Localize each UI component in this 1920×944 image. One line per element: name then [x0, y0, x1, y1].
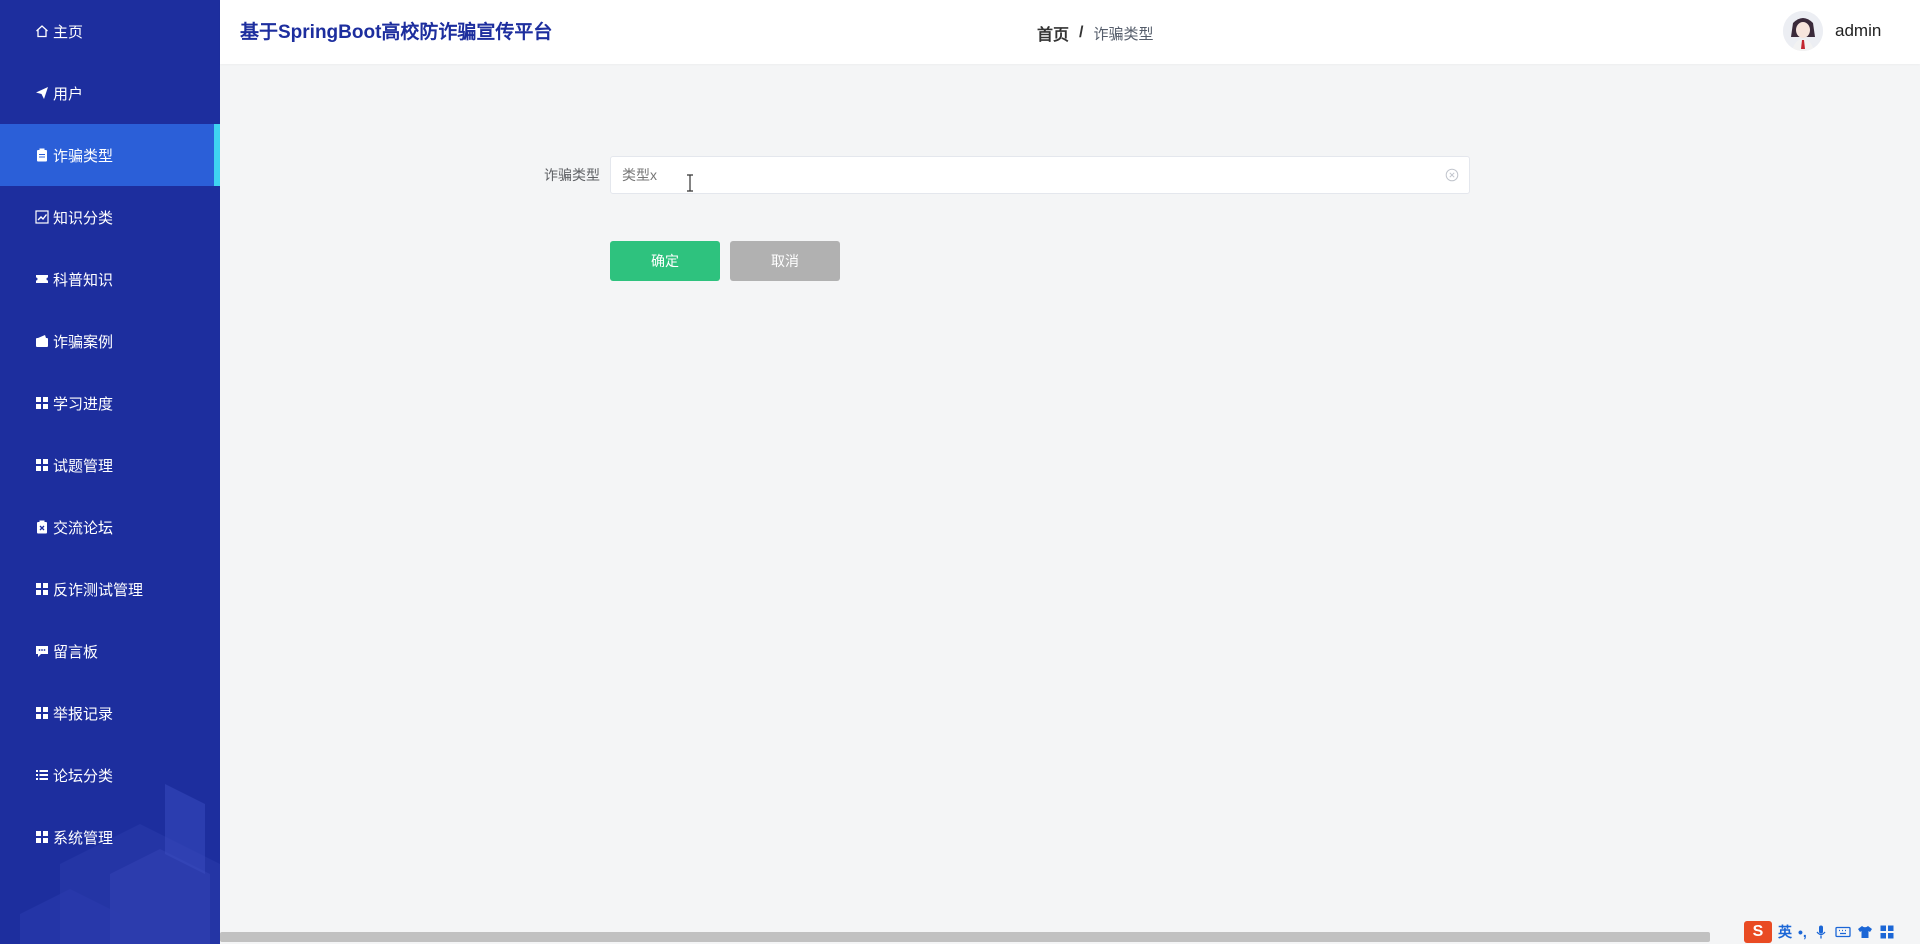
sidebar-item-label: 用户: [53, 85, 84, 103]
sidebar-item-users[interactable]: 用户: [0, 62, 220, 124]
sidebar-item-label: 科普知识: [53, 271, 114, 289]
grid-icon: [35, 396, 49, 410]
fraud-type-input[interactable]: [611, 157, 1469, 193]
chart-icon: [35, 210, 49, 224]
grid-icon: [35, 582, 49, 596]
ime-grid-icon[interactable]: [1879, 924, 1895, 940]
top-header: 基于SpringBoot高校防诈骗宣传平台 首页 / 诈骗类型 admin: [220, 0, 1920, 64]
breadcrumb: 首页 / 诈骗类型: [1037, 21, 1153, 45]
clipboard-x-icon: [35, 520, 49, 534]
keyboard-icon[interactable]: [1835, 924, 1851, 940]
sidebar-item-anti-fraud-test[interactable]: 反诈测试管理: [0, 558, 220, 620]
sidebar-item-label: 知识分类: [53, 209, 114, 227]
cancel-button[interactable]: 取消: [730, 241, 840, 281]
fraud-type-input-wrapper: [610, 156, 1470, 194]
sidebar-item-label: 学习进度: [53, 395, 114, 413]
fraud-type-form-row: 诈骗类型: [540, 156, 1470, 194]
sidebar-item-message-board[interactable]: 留言板: [0, 620, 220, 682]
sidebar-item-label: 诈骗类型: [53, 147, 114, 165]
skin-shirt-icon[interactable]: [1857, 924, 1873, 940]
sidebar-item-label: 主页: [53, 23, 84, 41]
clipboard-icon: [35, 148, 49, 162]
ime-toolbar: S 英 •,: [1742, 920, 1920, 944]
home-icon: [35, 24, 49, 38]
sidebar-item-label: 诈骗案例: [53, 333, 114, 351]
text-cursor-icon: [685, 174, 695, 192]
grid-icon: [35, 706, 49, 720]
sidebar-item-label: 交流论坛: [53, 519, 114, 537]
sidebar-item-label: 反诈测试管理: [53, 581, 144, 599]
sidebar-item-question-management[interactable]: 试题管理: [0, 434, 220, 496]
microphone-icon[interactable]: [1813, 924, 1829, 940]
username[interactable]: admin: [1835, 21, 1881, 41]
sidebar-item-forum-category[interactable]: 论坛分类: [0, 744, 220, 806]
sidebar-item-knowledge-category[interactable]: 知识分类: [0, 186, 220, 248]
sidebar-item-forum[interactable]: 交流论坛: [0, 496, 220, 558]
ime-punctuation-toggle[interactable]: •,: [1798, 924, 1807, 940]
user-menu[interactable]: admin: [1783, 11, 1881, 51]
grid-icon: [35, 458, 49, 472]
sidebar: 主页 用户 诈骗类型 知识分类 科普知识 诈骗案例 学习进度 试题管理 交流论坛…: [0, 0, 220, 944]
sidebar-menu: 主页 用户 诈骗类型 知识分类 科普知识 诈骗案例 学习进度 试题管理 交流论坛…: [0, 0, 220, 868]
sidebar-item-fraud-cases[interactable]: 诈骗案例: [0, 310, 220, 372]
ime-logo-icon[interactable]: S: [1744, 921, 1772, 943]
confirm-button[interactable]: 确定: [610, 241, 720, 281]
breadcrumb-separator: /: [1079, 24, 1084, 41]
sidebar-item-system-management[interactable]: 系统管理: [0, 806, 220, 868]
sidebar-item-report-records[interactable]: 举报记录: [0, 682, 220, 744]
clear-icon[interactable]: [1445, 168, 1459, 182]
sidebar-item-label: 举报记录: [53, 705, 114, 723]
comment-icon: [35, 644, 49, 658]
breadcrumb-current: 诈骗类型: [1093, 25, 1154, 43]
send-icon: [35, 86, 49, 100]
ticket-icon: [35, 272, 49, 286]
list-icon: [35, 768, 49, 782]
avatar[interactable]: [1783, 11, 1823, 51]
sidebar-item-label: 论坛分类: [53, 767, 114, 785]
sidebar-item-label: 试题管理: [53, 457, 114, 475]
horizontal-scrollbar[interactable]: [220, 932, 1710, 942]
site-title: 基于SpringBoot高校防诈骗宣传平台: [240, 22, 553, 43]
grid-icon: [35, 830, 49, 844]
breadcrumb-home[interactable]: 首页: [1037, 21, 1069, 45]
sidebar-item-learning-progress[interactable]: 学习进度: [0, 372, 220, 434]
ime-mode-toggle[interactable]: 英: [1778, 922, 1792, 942]
fraud-type-label: 诈骗类型: [544, 167, 600, 183]
sidebar-item-home[interactable]: 主页: [0, 0, 220, 62]
sidebar-item-label: 系统管理: [53, 829, 114, 847]
sidebar-item-fraud-types[interactable]: 诈骗类型: [0, 124, 220, 186]
sidebar-item-science-knowledge[interactable]: 科普知识: [0, 248, 220, 310]
sidebar-item-label: 留言板: [53, 643, 99, 661]
wallet-icon: [35, 334, 49, 348]
